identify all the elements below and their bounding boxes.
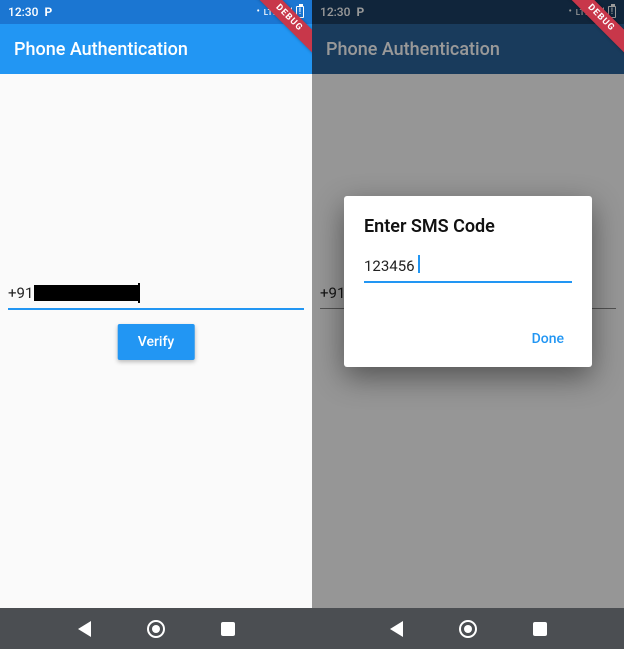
status-left: 12:30 P bbox=[8, 5, 52, 19]
text-caret bbox=[418, 255, 420, 273]
system-navigation-bar bbox=[0, 608, 624, 649]
app-bar: Phone Authentication bbox=[0, 24, 312, 74]
back-icon[interactable] bbox=[390, 621, 403, 637]
app-bar-title: Phone Authentication bbox=[14, 39, 188, 60]
verify-button-label: Verify bbox=[138, 334, 175, 350]
sms-code-input[interactable]: 123456 bbox=[364, 253, 572, 283]
recents-icon[interactable] bbox=[533, 622, 547, 636]
nav-right-phone bbox=[312, 608, 624, 649]
phone-prefix: +91 bbox=[8, 284, 33, 302]
status-dot-icon: • bbox=[257, 7, 260, 17]
home-icon[interactable] bbox=[459, 620, 477, 638]
phone-number-input[interactable]: +91 bbox=[8, 280, 304, 310]
status-carrier-icon: P bbox=[44, 5, 52, 19]
phone-screen-dialog: DEBUG 12:30 P • LTE ! Phone Authenticati… bbox=[312, 0, 624, 608]
verify-button[interactable]: Verify bbox=[118, 324, 195, 360]
done-button-label: Done bbox=[532, 331, 564, 347]
screen-body: +91 Verify bbox=[0, 74, 312, 608]
phone-number-redacted bbox=[34, 285, 139, 301]
dialog-actions: Done bbox=[364, 323, 572, 355]
sms-code-input-wrap[interactable]: 123456 bbox=[364, 253, 572, 283]
back-icon[interactable] bbox=[78, 621, 91, 637]
sms-code-dialog: Enter SMS Code 123456 Done bbox=[344, 196, 592, 367]
recents-icon[interactable] bbox=[221, 622, 235, 636]
dialog-title: Enter SMS Code bbox=[364, 216, 572, 237]
home-icon[interactable] bbox=[147, 620, 165, 638]
screenshot-pair: DEBUG 12:30 P • LTE ! Phone Authenticati… bbox=[0, 0, 624, 608]
phone-screen-main: DEBUG 12:30 P • LTE ! Phone Authenticati… bbox=[0, 0, 312, 608]
nav-left-phone bbox=[0, 608, 312, 649]
status-time: 12:30 bbox=[8, 5, 38, 19]
done-button[interactable]: Done bbox=[524, 323, 572, 355]
